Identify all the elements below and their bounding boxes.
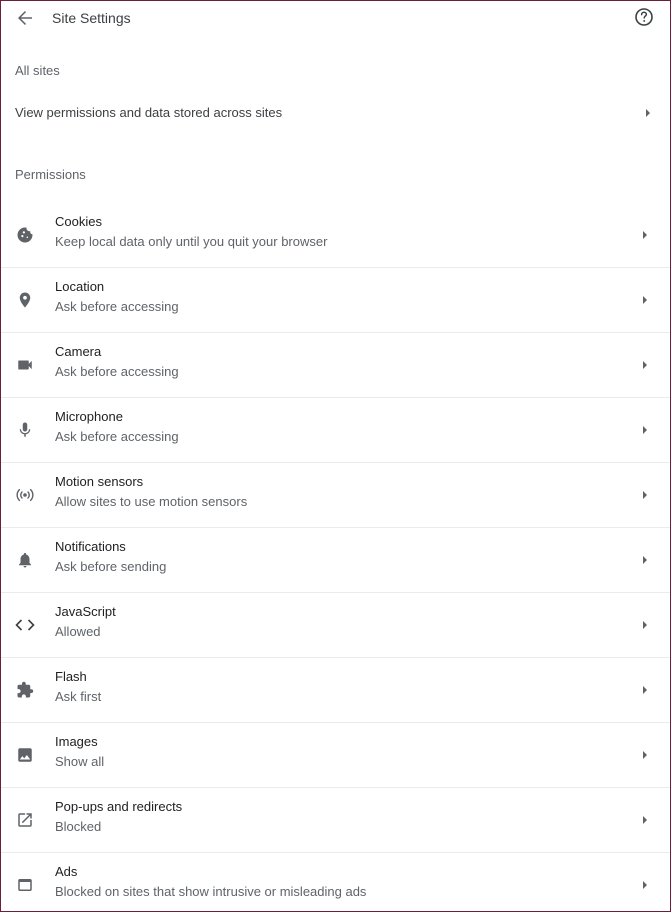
motion-sensor-icon xyxy=(15,485,35,505)
permission-status: Ask before sending xyxy=(55,559,167,574)
permission-row-location[interactable]: Location Ask before accessing xyxy=(1,268,670,333)
back-button[interactable] xyxy=(15,8,35,28)
all-sites-section-label: All sites xyxy=(15,63,60,78)
permission-title: Pop-ups and redirects xyxy=(55,799,183,814)
permission-status: Allowed xyxy=(55,624,101,639)
permission-status: Ask first xyxy=(55,689,102,704)
permission-row-flash[interactable]: Flash Ask first xyxy=(1,658,670,723)
permission-status: Blocked xyxy=(55,819,102,834)
permission-row-images[interactable]: Images Show all xyxy=(1,723,670,788)
chevron-right-icon xyxy=(641,490,649,500)
permission-status: Ask before accessing xyxy=(55,429,179,444)
permission-status: Blocked on sites that show intrusive or … xyxy=(55,884,367,899)
ads-window-icon xyxy=(15,875,35,895)
view-all-sites-label: View permissions and data stored across … xyxy=(15,105,283,120)
permission-title: Microphone xyxy=(55,409,123,424)
permission-title: Ads xyxy=(55,864,78,879)
chevron-right-icon xyxy=(641,295,649,305)
help-icon xyxy=(635,8,653,26)
permission-status: Ask before accessing xyxy=(55,364,179,379)
code-icon xyxy=(15,615,35,635)
permission-row-camera[interactable]: Camera Ask before accessing xyxy=(1,333,670,398)
page-title: Site Settings xyxy=(52,9,131,26)
page-header: Site Settings xyxy=(1,1,670,34)
permission-status: Show all xyxy=(55,754,105,769)
chevron-right-icon xyxy=(641,685,649,695)
permission-title: Notifications xyxy=(55,539,126,554)
permissions-list: Cookies Keep local data only until you q… xyxy=(1,203,670,911)
permission-row-microphone[interactable]: Microphone Ask before accessing xyxy=(1,398,670,463)
permission-row-cookies[interactable]: Cookies Keep local data only until you q… xyxy=(1,203,670,268)
camera-icon xyxy=(15,355,35,375)
permission-status: Allow sites to use motion sensors xyxy=(55,494,248,509)
chevron-right-icon xyxy=(644,108,652,118)
permission-row-popups[interactable]: Pop-ups and redirects Blocked xyxy=(1,788,670,853)
microphone-icon xyxy=(15,420,35,440)
cookie-icon xyxy=(15,225,35,245)
permission-title: Location xyxy=(55,279,105,294)
open-in-new-icon xyxy=(15,810,35,830)
permission-title: Cookies xyxy=(55,214,102,229)
permission-row-notifications[interactable]: Notifications Ask before sending xyxy=(1,528,670,593)
permission-row-motion-sensors[interactable]: Motion sensors Allow sites to use motion… xyxy=(1,463,670,528)
permission-title: Camera xyxy=(55,344,102,359)
view-all-sites-row[interactable]: View permissions and data stored across … xyxy=(1,94,670,141)
chevron-right-icon xyxy=(641,880,649,890)
chevron-right-icon xyxy=(641,815,649,825)
permission-title: JavaScript xyxy=(55,604,116,619)
bell-icon xyxy=(15,550,35,570)
permissions-section-label: Permissions xyxy=(15,167,86,182)
location-pin-icon xyxy=(15,290,35,310)
chevron-right-icon xyxy=(641,750,649,760)
permission-status: Ask before accessing xyxy=(55,299,179,314)
chevron-right-icon xyxy=(641,360,649,370)
chevron-right-icon xyxy=(641,425,649,435)
permission-title: Motion sensors xyxy=(55,474,144,489)
image-icon xyxy=(15,745,35,765)
permission-row-ads[interactable]: Ads Blocked on sites that show intrusive… xyxy=(1,853,670,911)
permission-row-javascript[interactable]: JavaScript Allowed xyxy=(1,593,670,658)
puzzle-icon xyxy=(15,680,35,700)
permission-title: Images xyxy=(55,734,98,749)
chevron-right-icon xyxy=(641,555,649,565)
chevron-right-icon xyxy=(641,620,649,630)
chevron-right-icon xyxy=(641,230,649,240)
help-button[interactable] xyxy=(634,7,654,27)
site-settings-page: Site Settings All sites View permissions… xyxy=(0,0,671,912)
arrow-back-icon xyxy=(18,10,32,25)
permission-status: Keep local data only until you quit your… xyxy=(55,234,328,249)
permission-title: Flash xyxy=(55,669,87,684)
